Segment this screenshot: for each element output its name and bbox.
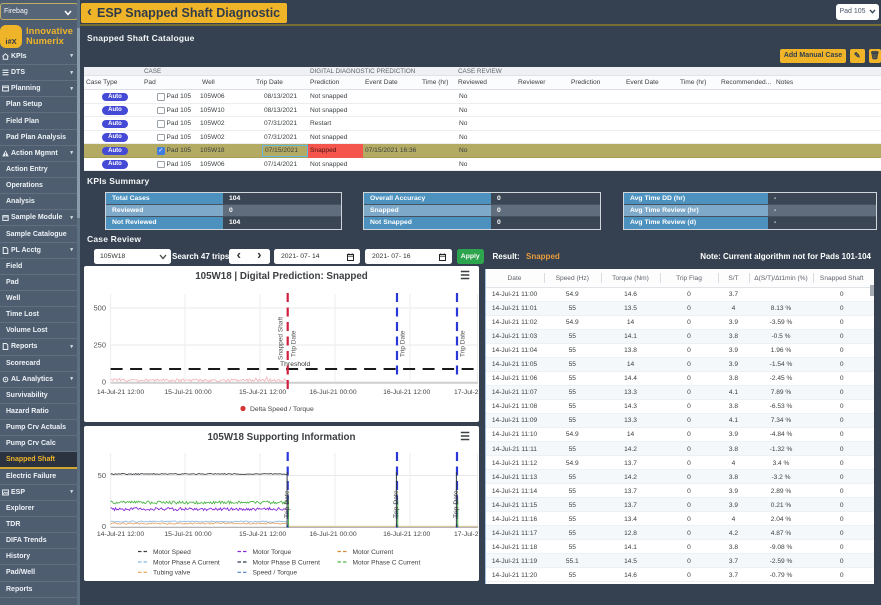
- svg-text:15-Jul-21 12:00: 15-Jul-21 12:00: [239, 531, 286, 538]
- svg-text:Motor Speed: Motor Speed: [153, 548, 191, 555]
- svg-text:Motor Phase B Current: Motor Phase B Current: [253, 559, 321, 566]
- svg-text:Trip Date: Trip Date: [460, 330, 467, 357]
- svg-text:Delta Speed / Torque: Delta Speed / Torque: [250, 406, 314, 413]
- svg-text:15-Jul-21 00:00: 15-Jul-21 00:00: [164, 531, 211, 538]
- svg-text:500: 500: [93, 304, 106, 313]
- svg-text:Motor Phase C Current: Motor Phase C Current: [353, 559, 421, 566]
- svg-text:Motor Torque: Motor Torque: [253, 548, 292, 555]
- svg-text:15-Jul-21 12:00: 15-Jul-21 12:00: [239, 389, 286, 396]
- svg-text:17-Jul-21 ...: 17-Jul-21 ...: [454, 531, 479, 538]
- svg-text:Motor Current: Motor Current: [353, 548, 394, 555]
- svg-text:50: 50: [98, 471, 106, 480]
- svg-text:Trip Date: Trip Date: [453, 490, 460, 518]
- svg-text:16-Jul-21 00:00: 16-Jul-21 00:00: [309, 389, 356, 396]
- svg-text:14-Jul-21 12:00: 14-Jul-21 12:00: [97, 531, 144, 538]
- svg-text:16-Jul-21 12:00: 16-Jul-21 12:00: [383, 389, 430, 396]
- svg-text:Snapped Shaft: Snapped Shaft: [278, 317, 285, 360]
- svg-text:16-Jul-21 00:00: 16-Jul-21 00:00: [309, 531, 356, 538]
- svg-text:14-Jul-21 12:00: 14-Jul-21 12:00: [97, 389, 144, 396]
- svg-text:250: 250: [93, 341, 106, 350]
- svg-text:Motor Phase A Current: Motor Phase A Current: [153, 559, 220, 566]
- svg-text:16-Jul-21 12:00: 16-Jul-21 12:00: [383, 531, 430, 538]
- svg-text:Tubing valve: Tubing valve: [153, 569, 190, 576]
- svg-text:Speed / Torque: Speed / Torque: [253, 569, 298, 576]
- svg-text:Trip Date: Trip Date: [393, 490, 400, 518]
- svg-text:Trip Date: Trip Date: [284, 490, 291, 518]
- svg-text:Trip Date: Trip Date: [400, 330, 407, 357]
- svg-text:15-Jul-21 00:00: 15-Jul-21 00:00: [164, 389, 211, 396]
- svg-text:17-Jul-21 ...: 17-Jul-21 ...: [454, 389, 479, 396]
- svg-text:0: 0: [102, 378, 106, 387]
- svg-text:Trip Date: Trip Date: [291, 330, 298, 357]
- svg-text:0: 0: [102, 522, 106, 531]
- svg-text:Threshold: Threshold: [280, 361, 310, 368]
